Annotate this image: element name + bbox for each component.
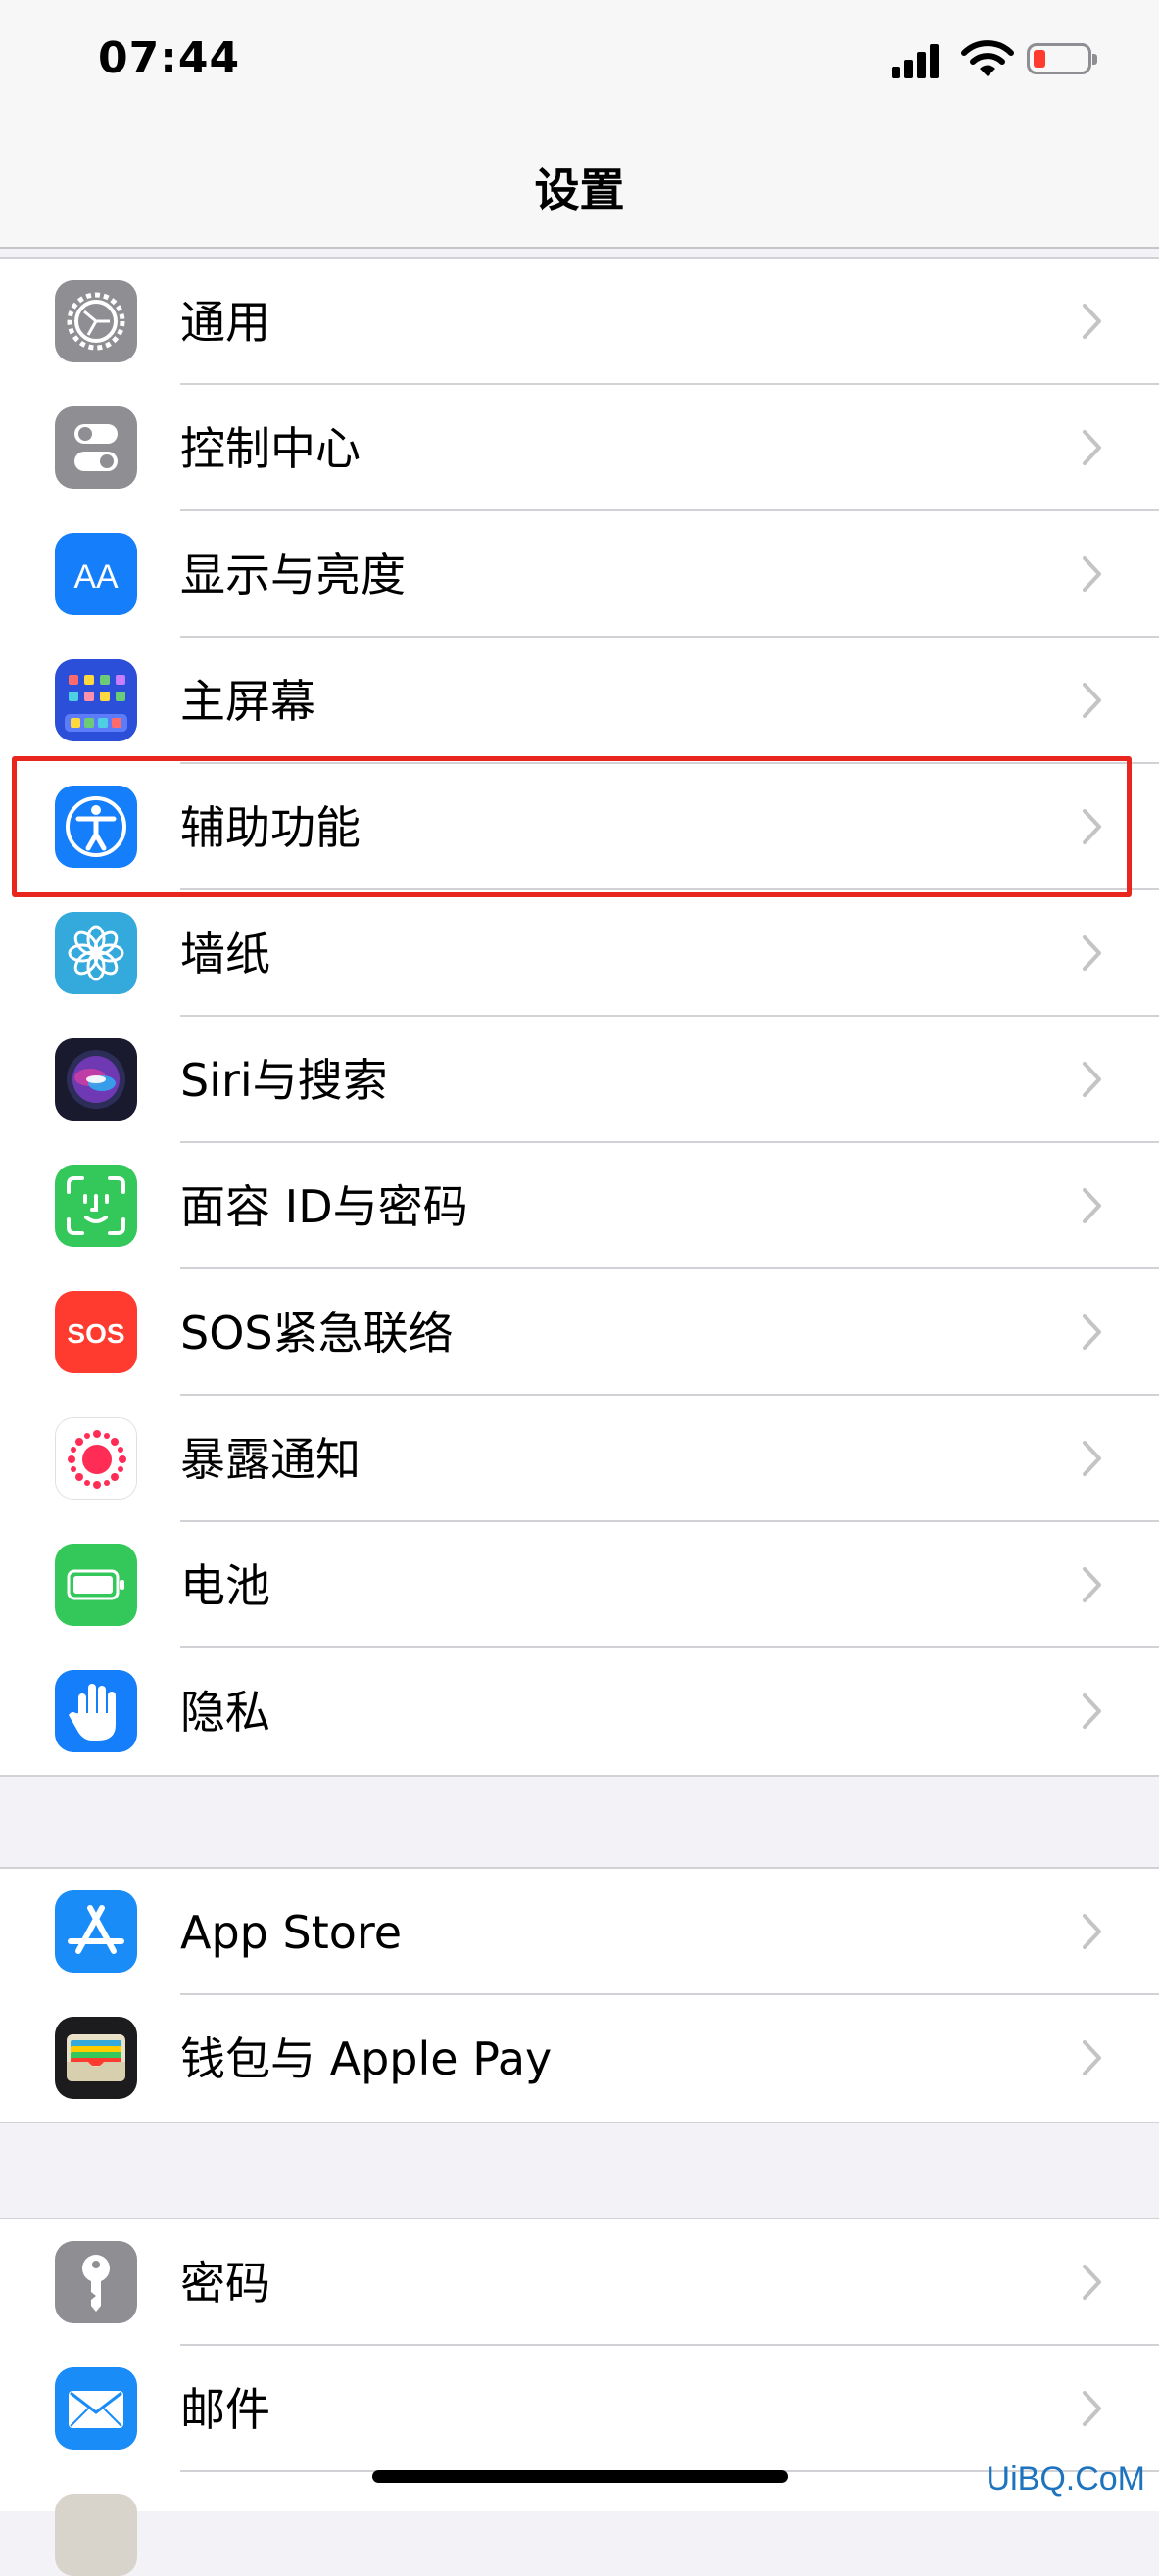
settings-row-general[interactable]: 通用 bbox=[0, 259, 1159, 385]
row-label: Siri与搜索 bbox=[180, 1054, 388, 1107]
battery-icon bbox=[55, 1544, 137, 1626]
chevron-right-icon bbox=[1083, 935, 1101, 971]
row-label: 控制中心 bbox=[180, 422, 361, 475]
settings-row-exposure-notifications[interactable]: 暴露通知 bbox=[0, 1396, 1159, 1522]
app-icon bbox=[55, 2494, 137, 2576]
row-label: 隐私 bbox=[180, 1686, 270, 1739]
chevron-right-icon bbox=[1083, 430, 1101, 465]
row-label: 电池 bbox=[180, 1559, 270, 1612]
settings-row-display-brightness[interactable]: AA 显示与亮度 bbox=[0, 511, 1159, 638]
row-label: 钱包与 Apple Pay bbox=[180, 2032, 553, 2085]
siri-icon bbox=[55, 1038, 137, 1121]
flower-icon bbox=[55, 912, 137, 994]
settings-row-emergency-sos[interactable]: SOS SOS紧急联络 bbox=[0, 1269, 1159, 1396]
settings-row-siri-search[interactable]: Siri与搜索 bbox=[0, 1017, 1159, 1143]
home-screen-grid-icon bbox=[55, 659, 137, 741]
navigation-bar: 设置 bbox=[0, 127, 1159, 249]
chevron-right-icon bbox=[1083, 2265, 1101, 2300]
row-label: 主屏幕 bbox=[180, 675, 315, 728]
settings-row-mail[interactable]: 邮件 bbox=[0, 2346, 1159, 2472]
settings-group-general: 通用 控制中心 AA 显示与亮度 主屏幕 辅助功能 墙纸 Siri与搜索 面容 … bbox=[0, 257, 1159, 1777]
face-id-icon bbox=[55, 1165, 137, 1247]
highlight-box bbox=[12, 756, 1132, 897]
page-title: 设置 bbox=[534, 164, 625, 216]
svg-text:AA: AA bbox=[73, 558, 119, 596]
row-label: 通用 bbox=[180, 296, 270, 349]
chevron-right-icon bbox=[1083, 1188, 1101, 1223]
hand-icon bbox=[55, 1670, 137, 1752]
row-label: 暴露通知 bbox=[180, 1433, 361, 1486]
chevron-right-icon bbox=[1083, 1914, 1101, 1949]
chevron-right-icon bbox=[1083, 1062, 1101, 1097]
row-label: 显示与亮度 bbox=[180, 549, 406, 601]
mail-icon bbox=[55, 2367, 137, 2450]
cellular-signal-icon bbox=[892, 43, 941, 78]
row-label: 邮件 bbox=[180, 2383, 270, 2436]
chevron-right-icon bbox=[1083, 1314, 1101, 1350]
settings-row-privacy[interactable]: 隐私 bbox=[0, 1648, 1159, 1775]
chevron-right-icon bbox=[1083, 2391, 1101, 2426]
app-store-icon bbox=[55, 1890, 137, 1973]
toggles-icon bbox=[55, 406, 137, 489]
watermark: UiBQ.CoM bbox=[986, 2460, 1145, 2498]
settings-row-control-center[interactable]: 控制中心 bbox=[0, 385, 1159, 511]
chevron-right-icon bbox=[1083, 1567, 1101, 1602]
wifi-icon bbox=[960, 37, 1015, 80]
wallet-icon bbox=[55, 2017, 137, 2099]
settings-group-store: App Store 钱包与 Apple Pay bbox=[0, 1867, 1159, 2123]
settings-row-battery[interactable]: 电池 bbox=[0, 1522, 1159, 1648]
battery-status-icon bbox=[1027, 43, 1097, 74]
chevron-right-icon bbox=[1083, 304, 1101, 339]
settings-row-face-id-passcode[interactable]: 面容 ID与密码 bbox=[0, 1143, 1159, 1269]
settings-row-wallet-apple-pay[interactable]: 钱包与 Apple Pay bbox=[0, 1995, 1159, 2122]
exposure-dots-icon bbox=[55, 1417, 137, 1500]
chevron-right-icon bbox=[1083, 556, 1101, 592]
status-bar: 07:44 bbox=[0, 0, 1159, 127]
chevron-right-icon bbox=[1083, 1693, 1101, 1729]
settings-row-wallpaper[interactable]: 墙纸 bbox=[0, 890, 1159, 1017]
svg-text:SOS: SOS bbox=[67, 1318, 124, 1349]
key-icon bbox=[55, 2241, 137, 2323]
row-label: 密码 bbox=[180, 2257, 270, 2310]
sos-icon: SOS bbox=[55, 1291, 137, 1373]
row-label: App Store bbox=[180, 1906, 403, 1959]
settings-row-app-store[interactable]: App Store bbox=[0, 1869, 1159, 1995]
text-size-icon: AA bbox=[55, 533, 137, 615]
settings-row-home-screen[interactable]: 主屏幕 bbox=[0, 638, 1159, 764]
settings-row-passwords[interactable]: 密码 bbox=[0, 2219, 1159, 2346]
row-label: 面容 ID与密码 bbox=[180, 1180, 468, 1233]
chevron-right-icon bbox=[1083, 683, 1101, 718]
gear-icon bbox=[55, 280, 137, 362]
chevron-right-icon bbox=[1083, 1441, 1101, 1476]
chevron-right-icon bbox=[1083, 2040, 1101, 2075]
home-indicator[interactable] bbox=[372, 2470, 788, 2483]
status-time: 07:44 bbox=[98, 33, 241, 83]
row-label: SOS紧急联络 bbox=[180, 1307, 454, 1360]
row-label: 墙纸 bbox=[180, 928, 270, 980]
